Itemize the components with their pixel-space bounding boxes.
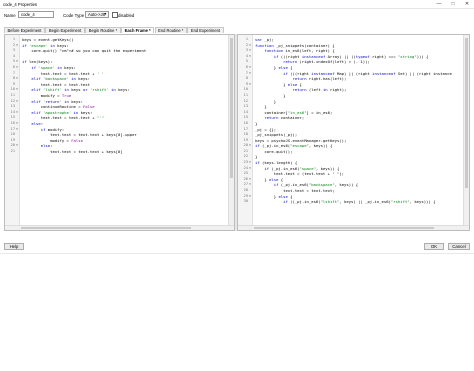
tab-begin-routine[interactable]: Begin Routine *: [85, 27, 121, 33]
title-bar: code_4 Properties — □ ✕: [0, 0, 474, 9]
help-button[interactable]: Help: [4, 243, 24, 250]
name-field[interactable]: code_4: [18, 11, 54, 18]
footer-divider: [0, 253, 474, 254]
tab-before-experiment[interactable]: Before Experiment: [4, 27, 45, 33]
close-button[interactable]: ✕: [460, 0, 474, 8]
vertical-scrollbar[interactable]: [463, 35, 469, 230]
js-code-lines: 1 var _pj; 2 ⊟ function _pj_snippets(contain…: [238, 37, 469, 205]
code-line: 30 if ((_pj.in_es6("lshift", keys) || _p…: [238, 199, 469, 205]
disabled-label: disabled: [118, 12, 135, 18]
python-code-lines: 1 keys = event.getKeys() 2 ⊟ if 'escape' in …: [5, 37, 234, 154]
tab-each-frame[interactable]: Each Frame *: [121, 27, 155, 33]
horizontal-scrollbar[interactable]: [5, 225, 234, 230]
tab-begin-experiment[interactable]: Begin Experiment: [45, 27, 85, 33]
ok-button[interactable]: OK: [424, 243, 444, 250]
name-label: Name: [4, 12, 16, 18]
code-type-select[interactable]: Auto->JS ▼: [85, 11, 109, 18]
js-code-editor[interactable]: 1 var _pj; 2 ⊟ function _pj_snippets(contain…: [237, 34, 470, 231]
line-number: 21: [10, 148, 15, 153]
tab-end-routine[interactable]: End Routine *: [154, 27, 187, 33]
vertical-scrollbar[interactable]: [228, 35, 234, 230]
python-code-editor[interactable]: 1 keys = event.getKeys() 2 ⊟ if 'escape' in …: [4, 34, 235, 231]
chevron-down-icon: ▼: [103, 12, 107, 16]
tab-end-experiment[interactable]: End Experiment: [187, 27, 224, 33]
horizontal-scrollbar[interactable]: [238, 225, 469, 230]
code-text: if ((_pj.in_es6("lshift", keys) || _pj.i…: [283, 199, 436, 205]
code-tabs: Before Experiment Begin Experiment Begin…: [4, 27, 224, 33]
code-line: 21 text.text = text.text + keys[0]: [5, 149, 234, 155]
window-title: code_4 Properties: [3, 1, 37, 7]
properties-row: Name code_4 Code Type Auto->JS ▼ disable…: [0, 11, 474, 19]
maximize-button[interactable]: □: [446, 0, 460, 8]
cancel-button[interactable]: Cancel: [448, 243, 470, 250]
line-number: 30: [243, 199, 248, 204]
code-type-label: Code Type: [63, 12, 85, 18]
code-text: text.text = text.text + keys[0]: [22, 148, 123, 154]
minimize-button[interactable]: —: [432, 0, 446, 8]
